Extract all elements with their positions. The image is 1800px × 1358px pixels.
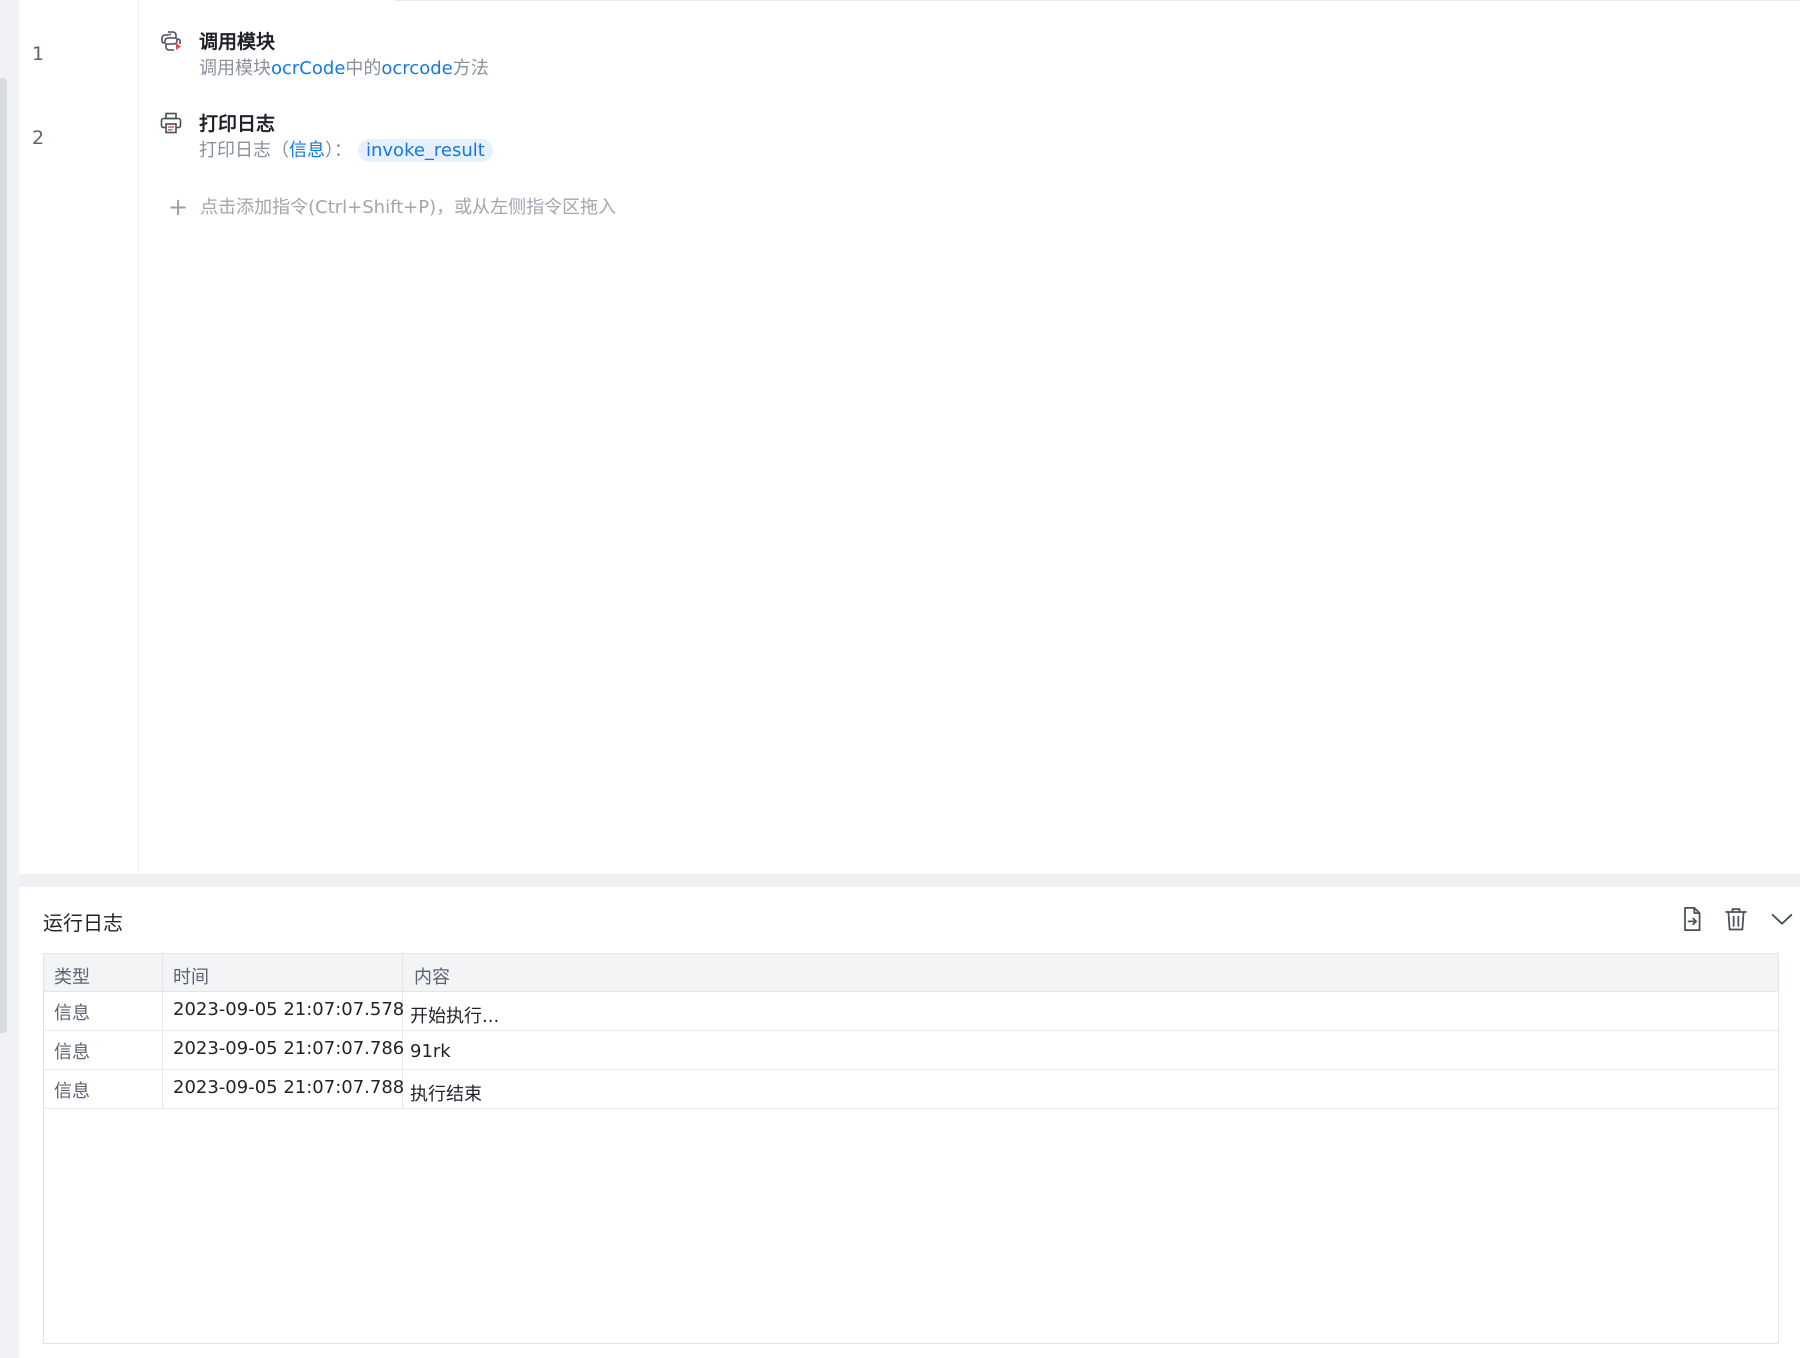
log-row[interactable]: 信息 2023-09-05 21:07:07.578 开始执行...: [44, 992, 1778, 1031]
log-table: 类型 时间 内容 信息 2023-09-05 21:07:07.578 开始执行…: [43, 953, 1779, 1344]
printer-icon: [160, 112, 182, 134]
log-panel-title: 运行日志: [43, 911, 123, 935]
log-content: 开始执行...: [410, 1006, 500, 1027]
line-number-1: 1: [32, 43, 45, 65]
plus-icon: +: [168, 193, 189, 221]
command-description: 打印日志（信息）： invoke_result: [199, 136, 493, 162]
line-number-2: 2: [32, 127, 45, 149]
left-sidebar-strip: [0, 0, 19, 1358]
column-header-type: 类型: [54, 967, 90, 988]
tab-underline: [395, 0, 1800, 1]
column-header-time: 时间: [173, 967, 209, 988]
run-log-panel: 运行日志 类型 时间 内容 信息 2023-09-05 21:07:07.578…: [19, 887, 1800, 1358]
command-description: 调用模块ocrCode中的ocrcode方法: [199, 54, 489, 80]
add-command-button[interactable]: + 点击添加指令(Ctrl+Shift+P)，或从左侧指令区拖入: [168, 193, 616, 221]
python-module-icon: [161, 31, 181, 51]
command-invoke-module[interactable]: 调用模块 调用模块ocrCode中的ocrcode方法: [159, 27, 759, 87]
log-time: 2023-09-05 21:07:07.578: [173, 999, 405, 1020]
desc-mid: 中的: [345, 58, 382, 79]
trash-icon[interactable]: [1722, 905, 1750, 933]
log-type: 信息: [54, 1081, 90, 1102]
chevron-down-icon[interactable]: [1768, 905, 1796, 933]
variable-chip[interactable]: invoke_result: [358, 139, 493, 162]
desc-prefix: 调用模块: [199, 58, 271, 79]
log-time: 2023-09-05 21:07:07.788: [173, 1077, 405, 1098]
sidebar-resize-rail[interactable]: [0, 78, 7, 1033]
log-row[interactable]: 信息 2023-09-05 21:07:07.788 执行结束: [44, 1070, 1778, 1109]
log-type: 信息: [54, 1042, 90, 1063]
log-table-header: 类型 时间 内容: [44, 954, 1778, 992]
log-time: 2023-09-05 21:07:07.786: [173, 1038, 405, 1059]
add-command-hint: 点击添加指令(Ctrl+Shift+P)，或从左侧指令区拖入: [200, 197, 617, 218]
command-print-log[interactable]: 打印日志 打印日志（信息）： invoke_result: [159, 109, 759, 171]
log-level: 信息: [289, 140, 325, 161]
command-title: 调用模块: [199, 31, 276, 53]
log-content: 执行结束: [410, 1084, 482, 1105]
desc-mid: ）：: [325, 140, 352, 161]
log-toolbar: [1670, 905, 1800, 935]
module-name: ocrCode: [271, 58, 346, 79]
line-gutter: 1 2: [19, 0, 139, 874]
command-title: 打印日志: [199, 113, 276, 135]
desc-prefix: 打印日志（: [199, 140, 289, 161]
method-name: ocrcode: [381, 58, 453, 79]
column-header-content: 内容: [414, 967, 450, 988]
flow-editor: 1 2 调用模块 调用模块ocrCode中的ocrcode方法 打印日志 打印日…: [19, 0, 1800, 874]
log-content: 91rk: [410, 1041, 451, 1062]
desc-suffix: 方法: [452, 58, 489, 79]
export-icon[interactable]: [1678, 905, 1706, 933]
log-type: 信息: [54, 1003, 90, 1024]
log-row[interactable]: 信息 2023-09-05 21:07:07.786 91rk: [44, 1031, 1778, 1070]
